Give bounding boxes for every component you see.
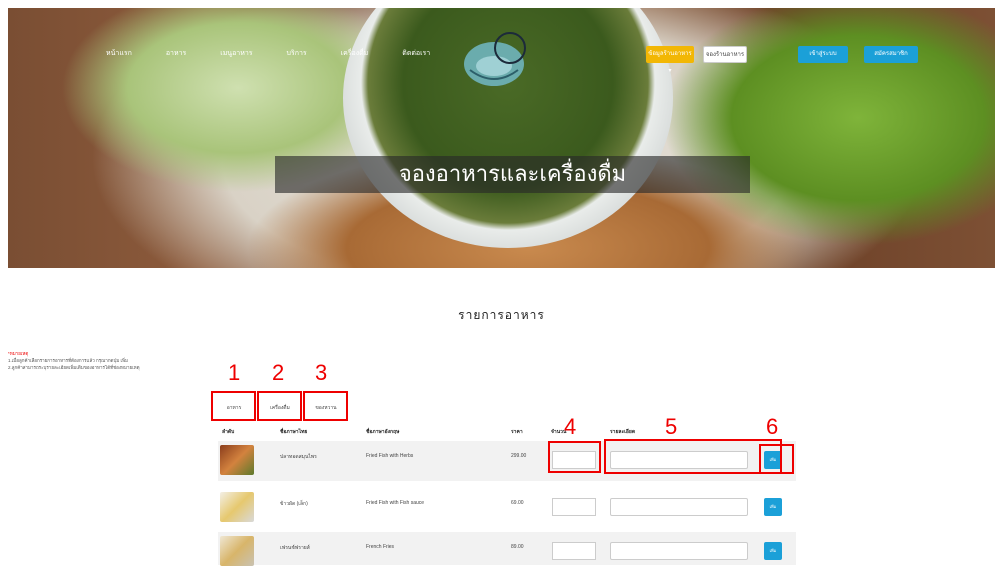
- order-note: *หมายเหตุ 1.เมื่อลูกค้าเลือกรายการอาหารท…: [8, 350, 198, 371]
- food-thumbnail: [220, 445, 254, 475]
- row-thai-name: เฟรนช์ฟรายส์: [280, 545, 310, 551]
- note-heading: *หมายเหตุ: [8, 351, 29, 356]
- table-row: ข้าวผัด (เล็ก) Fried Fish with Fish sauc…: [218, 488, 796, 528]
- row-thai-name: ข้าวผัด (เล็ก): [280, 501, 308, 507]
- annotation-box-1: [211, 391, 256, 421]
- annotation-number-3: 3: [315, 360, 328, 385]
- details-input[interactable]: [610, 542, 748, 560]
- main-nav: หน้าแรก อาหาร เมนูอาหาร บริการ เครื่องดื…: [106, 48, 464, 59]
- register-button[interactable]: สมัครสมาชิก: [864, 46, 918, 63]
- nav-item-contact[interactable]: ติดต่อเรา: [402, 48, 430, 59]
- annotation-number-5: 5: [665, 414, 678, 439]
- hero-banner: หน้าแรก อาหาร เมนูอาหาร บริการ เครื่องดื…: [8, 8, 995, 268]
- nav-item-service[interactable]: บริการ: [287, 48, 307, 59]
- row-english-name: Fried Fish with Fish sauce: [366, 500, 425, 506]
- quantity-input[interactable]: [552, 542, 596, 560]
- add-button[interactable]: เพิ่ม: [764, 498, 782, 516]
- nav-item-drinks[interactable]: เครื่องดื่ม: [341, 48, 369, 59]
- hero-title: จองอาหารและเครื่องดื่ม: [398, 162, 627, 187]
- row-thai-name: ปลาทอดสมุนไพร: [280, 454, 317, 460]
- nav-item-menu[interactable]: เมนูอาหาร: [220, 48, 252, 59]
- food-thumbnail: [220, 536, 254, 566]
- section-title: รายการอาหาร: [458, 308, 545, 322]
- row-english-name: French Fries: [366, 544, 395, 550]
- row-price: 69.00: [511, 500, 524, 506]
- note-line-2: 2.ลูกค้าสามารถระบุรายละเอียดเพิ่มเติมของ…: [8, 365, 140, 370]
- annotation-number-4: 4: [564, 414, 577, 439]
- row-english-name: Fried Fish with Herbs: [366, 453, 414, 459]
- annotation-number-1: 1: [228, 360, 241, 385]
- col-header-details: รายละเอียด: [610, 429, 636, 435]
- hero-title-band: จองอาหารและเครื่องดื่ม: [275, 156, 750, 193]
- col-header-thai-name: ชื่อภาษาไทย: [280, 429, 308, 435]
- restaurant-logo[interactable]: [456, 30, 536, 92]
- annotation-box-2: [257, 391, 302, 421]
- login-button[interactable]: เข้าสู่ระบบ: [798, 46, 848, 63]
- annotation-number-6: 6: [766, 414, 779, 439]
- quantity-input[interactable]: [552, 498, 596, 516]
- nav-item-food[interactable]: อาหาร: [166, 48, 186, 59]
- add-button[interactable]: เพิ่ม: [764, 542, 782, 560]
- details-input[interactable]: [610, 498, 748, 516]
- col-header-index: ลำดับ: [222, 429, 235, 435]
- food-thumbnail: [220, 492, 254, 522]
- col-header-english-name: ชื่อภาษาอังกฤษ: [366, 429, 400, 435]
- restaurant-info-dropdown[interactable]: ข้อมูลร้านอาหาร ▾: [646, 46, 694, 74]
- row-price: 89.00: [511, 544, 524, 550]
- nav-item-home[interactable]: หน้าแรก: [106, 48, 132, 59]
- col-header-price: ราคา: [511, 429, 523, 435]
- annotation-number-2: 2: [272, 360, 285, 385]
- annotation-box-4: [548, 441, 601, 473]
- reserve-button[interactable]: จองร้านอาหาร: [703, 46, 747, 63]
- annotation-box-3: [303, 391, 348, 421]
- row-price: 299.00: [511, 453, 527, 459]
- annotation-box-6: [759, 444, 794, 474]
- annotation-box-5: [604, 439, 782, 474]
- note-line-1: 1.เมื่อลูกค้าเลือกรายการอาหารที่ต้องการแ…: [8, 358, 129, 363]
- table-row: เฟรนช์ฟรายส์ French Fries 89.00 เพิ่ม: [218, 532, 796, 566]
